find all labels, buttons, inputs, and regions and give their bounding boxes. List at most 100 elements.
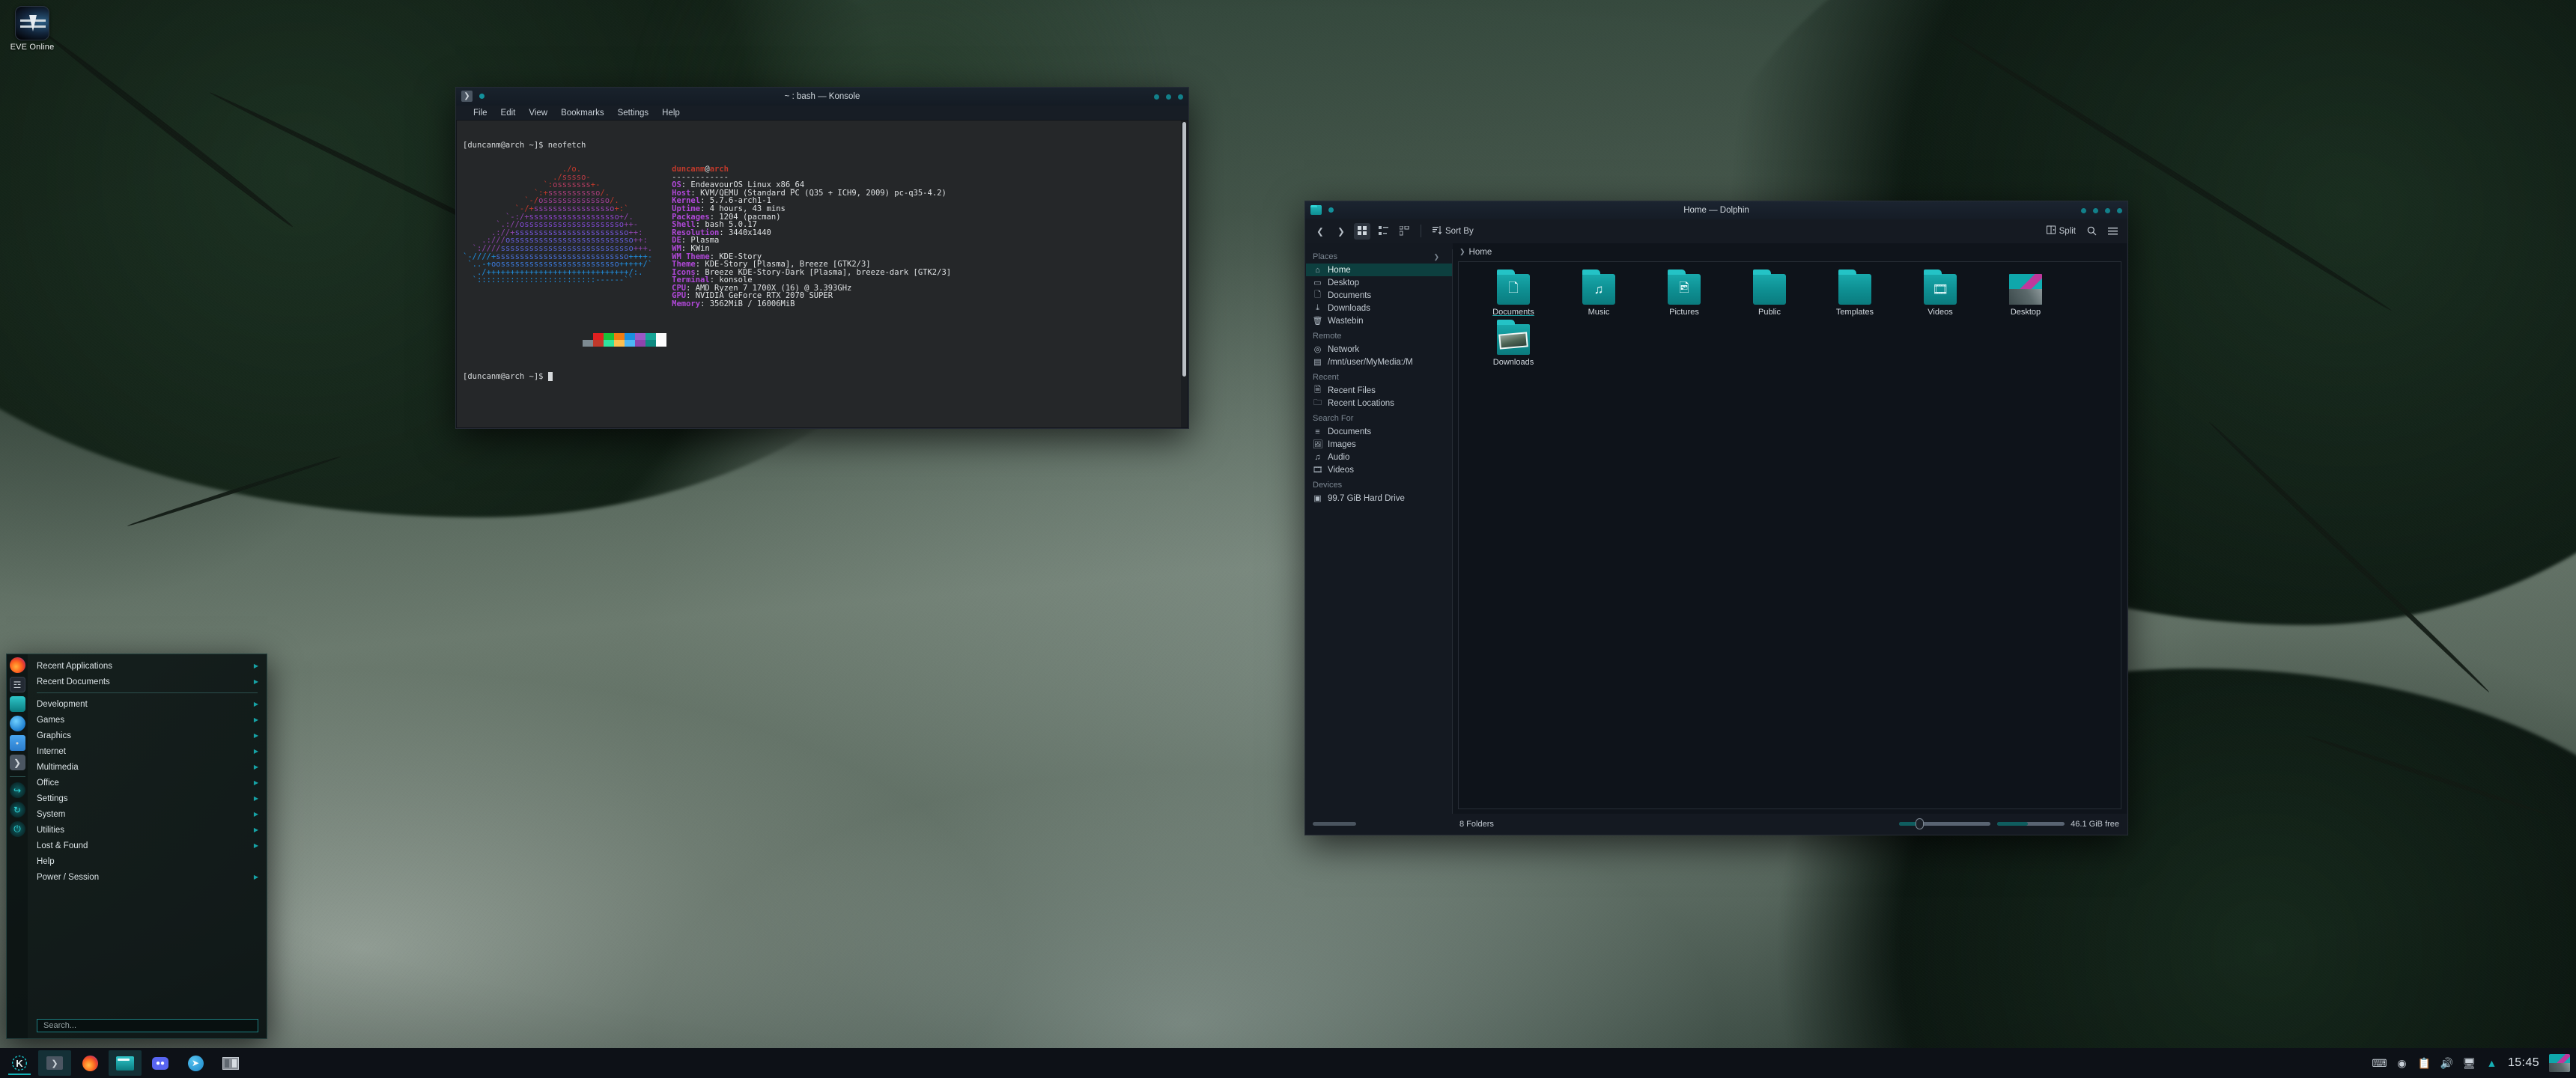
desktop-icon-eve-online[interactable]: EVE Online	[6, 1, 58, 52]
places-panel[interactable]: Places ❯ ⌂ Home ▭ Desktop 🗋 Documents ⤓ Downloads…	[1306, 243, 1453, 814]
places-item-desktop[interactable]: ▭ Desktop	[1306, 276, 1453, 289]
places-item-downloads[interactable]: ⤓ Downloads	[1306, 302, 1453, 314]
hamburger-menu-icon[interactable]	[2104, 223, 2121, 240]
dolphin-toolbar[interactable]: ❮ ❯ Sort By Split	[1305, 219, 2127, 243]
logout-icon[interactable]: ↪	[9, 782, 25, 798]
system-tray[interactable]: ⌨ ◉ 📋 🔊 🖥 ▲ 15:45	[2372, 1054, 2576, 1072]
compact-view-icon[interactable]	[1375, 223, 1391, 240]
launcher-menu-items[interactable]: Recent Applications ▶ Recent Documents ▶ Dev…	[28, 654, 267, 1038]
places-item-network[interactable]: ◎ Network	[1306, 343, 1453, 356]
taskbar-discord[interactable]: ●●	[144, 1050, 177, 1076]
maximize-button[interactable]	[1166, 94, 1171, 100]
file-manager-icon[interactable]	[9, 696, 25, 712]
menu-file[interactable]: File	[467, 109, 494, 118]
kde-kate-icon[interactable]	[9, 716, 25, 731]
konsole-menubar[interactable]: File Edit View Bookmarks Settings Help	[456, 106, 1188, 120]
dolphin-file-view[interactable]: ❯ Home 🗋 Documents ♫ Music 🖻 Pictures Public Te…	[1453, 243, 2127, 814]
konsole-titlebar[interactable]: ❯ ~ : bash — Konsole	[456, 88, 1188, 106]
menu-item-recent-applications[interactable]: Recent Applications ▶	[28, 658, 267, 674]
minimize-button[interactable]	[2093, 207, 2098, 213]
search-icon[interactable]	[2083, 223, 2100, 240]
close-button[interactable]	[1178, 94, 1183, 100]
places-item-mnt-user-mymedia-m[interactable]: ▤ /mnt/user/MyMedia:/M	[1306, 356, 1453, 368]
menu-item-settings[interactable]: Settings ▶	[28, 791, 267, 806]
breadcrumb-home[interactable]: Home	[1469, 248, 1492, 257]
places-item-wastebin[interactable]: 🗑 Wastebin	[1306, 314, 1453, 327]
restart-icon[interactable]: ↻	[9, 802, 25, 817]
file-item[interactable]: Desktop	[1983, 274, 2068, 317]
file-item[interactable]: ♫ Music	[1556, 270, 1641, 317]
clipboard-icon[interactable]: 📋	[2418, 1057, 2431, 1070]
file-item[interactable]: 🖻 Pictures	[1641, 270, 1727, 317]
konsole-scrollbar-thumb[interactable]	[1182, 122, 1186, 377]
places-item-recent-locations[interactable]: 🗀 Recent Locations	[1306, 397, 1453, 409]
keyboard-layout-icon[interactable]: ⌨	[2372, 1057, 2387, 1070]
places-item-recent-files[interactable]: 🗎 Recent Files	[1306, 384, 1453, 397]
taskbar-terminal[interactable]: ❯	[38, 1050, 71, 1076]
file-icons-grid[interactable]: 🗋 Documents ♫ Music 🖻 Pictures Public Templates…	[1458, 261, 2121, 809]
taskbar-window-preview[interactable]	[214, 1050, 247, 1076]
file-item[interactable]: Downloads	[1471, 320, 1556, 367]
breadcrumb[interactable]: ❯ Home	[1453, 243, 2127, 261]
places-item-documents[interactable]: 🗋 Documents	[1306, 289, 1453, 302]
dolphin-window-buttons[interactable]	[2081, 201, 2122, 219]
terminal-icon[interactable]: ❯	[9, 755, 25, 770]
menu-item-games[interactable]: Games ▶	[28, 712, 267, 728]
split-button[interactable]: Split	[2044, 225, 2079, 237]
show-hidden-icon[interactable]: ▲	[2485, 1057, 2498, 1070]
steam-icon[interactable]: ◉	[2396, 1057, 2408, 1070]
close-button[interactable]	[2117, 207, 2122, 213]
launcher-search-input[interactable]: Search...	[37, 1019, 258, 1032]
back-arrow-icon[interactable]: ❮	[1312, 223, 1328, 240]
places-item-images[interactable]: 🖼 Images	[1306, 438, 1453, 451]
kde-launcher-icon[interactable]: K	[3, 1050, 36, 1076]
network-icon[interactable]: 🖥	[2463, 1057, 2476, 1070]
menu-bookmarks[interactable]: Bookmarks	[554, 109, 611, 118]
places-item-home[interactable]: ⌂ Home	[1306, 264, 1453, 276]
desktop-pager[interactable]	[2549, 1054, 2570, 1072]
konsole-scrollbar[interactable]	[1181, 121, 1188, 427]
firefox-icon[interactable]	[9, 657, 25, 673]
menu-item-lost-found[interactable]: Lost & Found ▶	[28, 838, 267, 853]
menu-item-recent-documents[interactable]: Recent Documents ▶	[28, 674, 267, 689]
menu-item-multimedia[interactable]: Multimedia ▶	[28, 759, 267, 775]
places-item-videos[interactable]: 🎞 Videos	[1306, 463, 1453, 476]
places-item-documents[interactable]: ≡ Documents	[1306, 425, 1453, 438]
menu-item-system[interactable]: System ▶	[28, 806, 267, 822]
file-item[interactable]: 🎞 Videos	[1898, 270, 1983, 317]
icons-view-icon[interactable]	[1354, 222, 1370, 240]
minimize-button[interactable]	[1154, 94, 1159, 100]
menu-edit[interactable]: Edit	[494, 109, 523, 118]
help-button[interactable]	[2081, 207, 2086, 213]
file-item[interactable]: 🗋 Documents	[1471, 270, 1556, 317]
taskbar-task-buttons[interactable]: K ❯ ●● ➤	[0, 1050, 247, 1076]
konsole-window[interactable]: ❯ ~ : bash — Konsole File Edit View Book…	[455, 87, 1189, 429]
taskbar-panel[interactable]: K ❯ ●● ➤ ⌨ ◉ 📋 🔊 🖥 ▲ 15:45	[0, 1048, 2576, 1078]
launcher-sidebar-rail[interactable]: ☲ • ❯ ↪ ↻ ⏻	[7, 654, 28, 1038]
sort-by-button[interactable]: Sort By	[1430, 225, 1477, 237]
taskbar-clock[interactable]: 15:45	[2508, 1056, 2539, 1070]
places-item-audio[interactable]: ♫ Audio	[1306, 451, 1453, 463]
volume-icon[interactable]: 🔊	[2440, 1057, 2453, 1070]
file-item[interactable]: Public	[1727, 270, 1812, 317]
menu-item-help[interactable]: Help	[28, 853, 267, 869]
forward-arrow-icon[interactable]: ❯	[1333, 223, 1349, 240]
menu-item-power-session[interactable]: Power / Session ▶	[28, 869, 267, 885]
menu-item-graphics[interactable]: Graphics ▶	[28, 728, 267, 743]
menu-help[interactable]: Help	[655, 109, 687, 118]
menu-settings[interactable]: Settings	[611, 109, 656, 118]
konsole-window-buttons[interactable]	[1154, 88, 1183, 106]
zoom-slider[interactable]	[1899, 818, 1991, 829]
taskbar-dolphin[interactable]	[109, 1050, 142, 1076]
menu-item-internet[interactable]: Internet ▶	[28, 743, 267, 759]
menu-view[interactable]: View	[522, 109, 554, 118]
menu-item-utilities[interactable]: Utilities ▶	[28, 822, 267, 838]
zoom-slider-handle[interactable]	[1916, 818, 1925, 829]
details-view-icon[interactable]	[1396, 223, 1412, 240]
places-item-99-7-gib-hard-drive[interactable]: ▣ 99.7 GiB Hard Drive	[1306, 492, 1453, 505]
taskbar-telegram[interactable]: ➤	[179, 1050, 212, 1076]
settings-sliders-icon[interactable]: ☲	[9, 677, 25, 692]
taskbar-firefox[interactable]	[73, 1050, 106, 1076]
places-collapse-icon[interactable]: ❯	[1433, 253, 1445, 261]
places-resize-handle[interactable]	[1313, 822, 1356, 826]
